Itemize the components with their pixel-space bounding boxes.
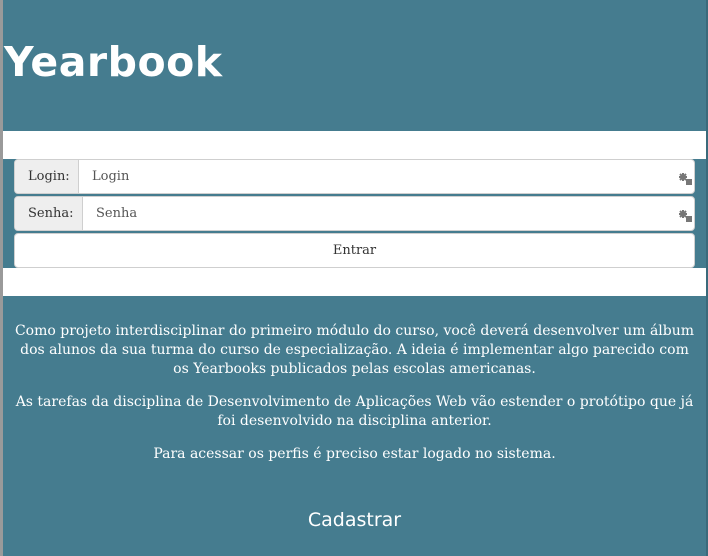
page-title: Yearbook bbox=[4, 38, 223, 86]
autofill-key-icon[interactable] bbox=[678, 208, 692, 222]
form-band-bottom bbox=[3, 268, 706, 296]
description-paragraph: Para acessar os perfis é preciso estar l… bbox=[153, 446, 556, 462]
password-label: Senha: bbox=[15, 197, 83, 230]
password-input[interactable] bbox=[83, 197, 694, 230]
description-paragraph: Como projeto interdisciplinar do primeir… bbox=[14, 323, 695, 377]
form-band-top bbox=[3, 131, 706, 159]
login-input[interactable] bbox=[79, 160, 694, 193]
login-row: Login: bbox=[14, 159, 695, 194]
autofill-key-icon[interactable] bbox=[678, 171, 692, 185]
register-link[interactable]: Cadastrar bbox=[3, 509, 706, 531]
password-row: Senha: bbox=[14, 196, 695, 231]
description: Como projeto interdisciplinar do primeir… bbox=[3, 322, 706, 478]
login-form: Login: Senha: Entrar bbox=[14, 159, 695, 268]
submit-button[interactable]: Entrar bbox=[14, 233, 695, 268]
login-label: Login: bbox=[15, 160, 79, 193]
description-paragraph: As tarefas da disciplina de Desenvolvime… bbox=[15, 394, 694, 429]
